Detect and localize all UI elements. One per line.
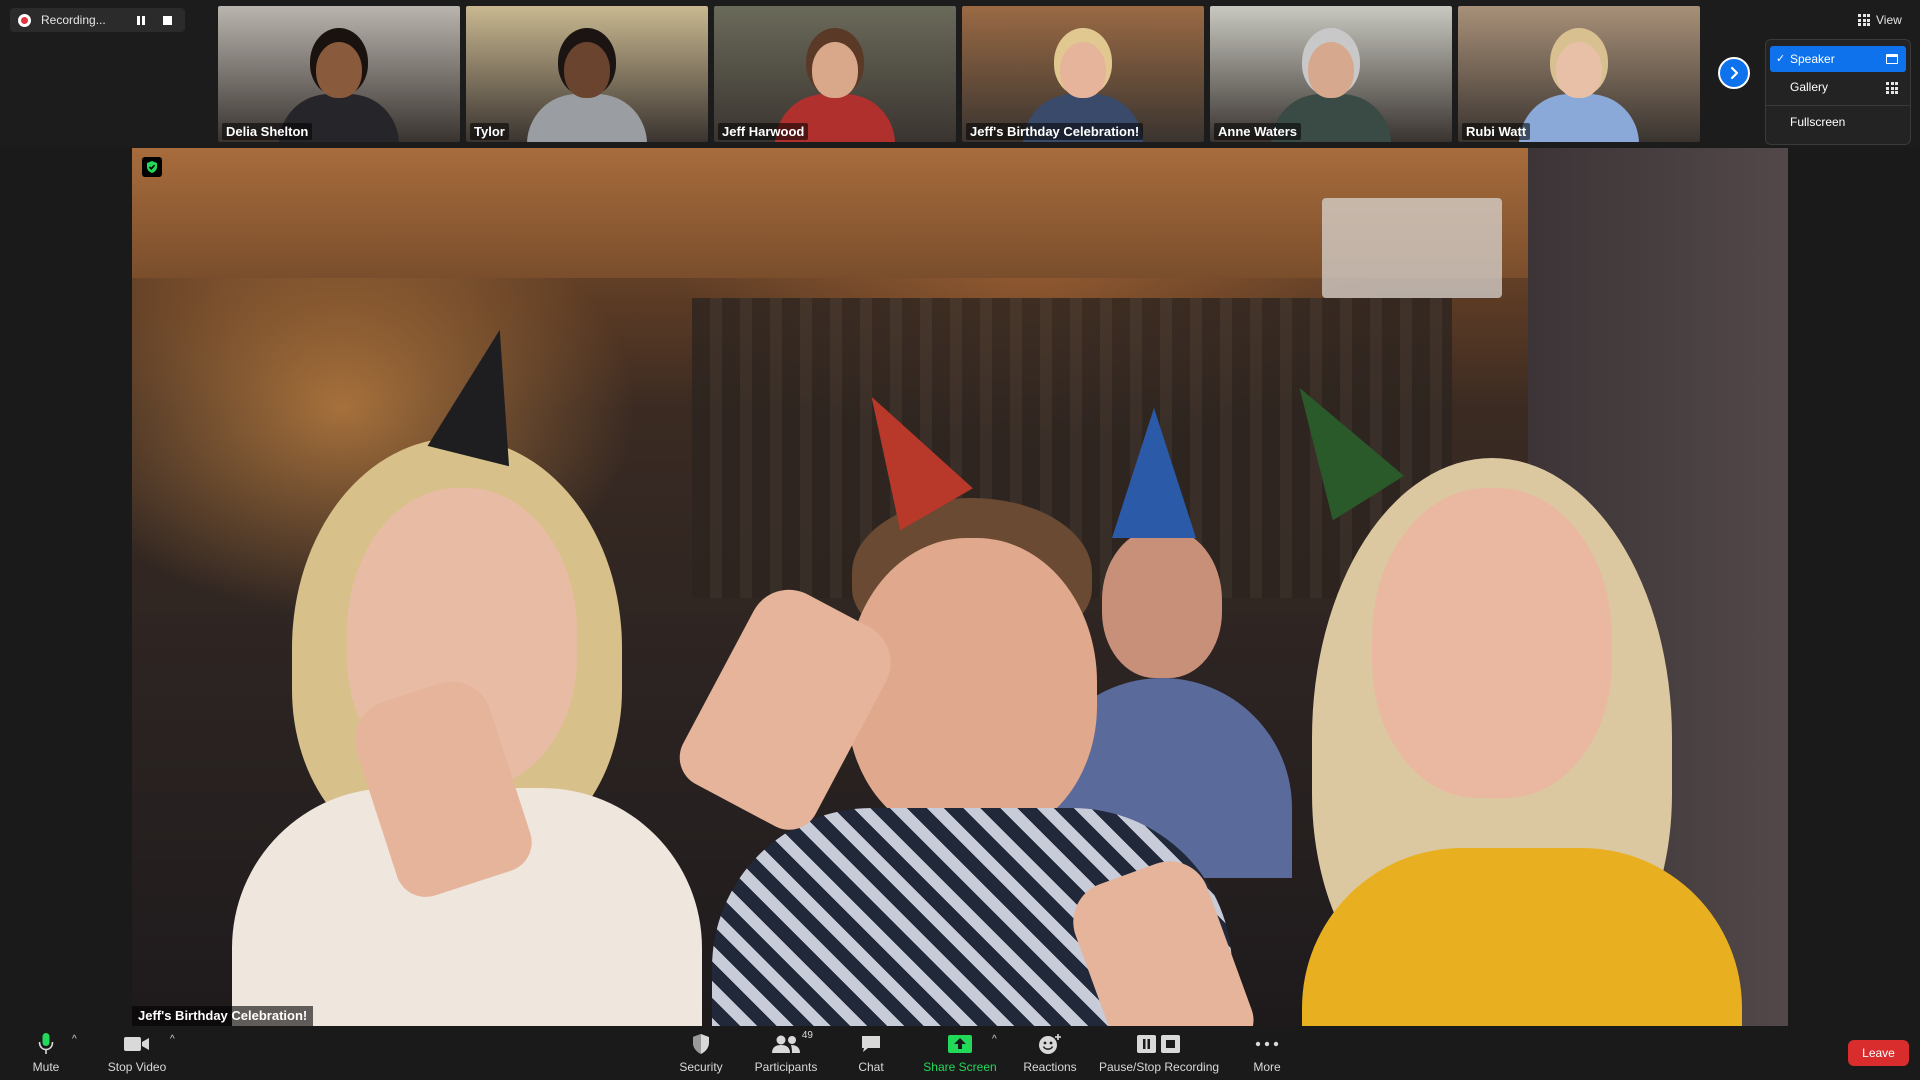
speaker-view-icon	[1886, 54, 1898, 64]
view-button[interactable]: View	[1858, 9, 1902, 31]
participant-name-label: Tylor	[470, 123, 509, 140]
video-camera-icon	[123, 1030, 151, 1058]
audio-options-caret[interactable]: ^	[72, 1034, 77, 1045]
video-scene-ac-unit	[1322, 198, 1502, 298]
participant-thumbnail[interactable]: Anne Waters	[1210, 6, 1452, 142]
more-button[interactable]: More	[1252, 1030, 1282, 1078]
pause-stop-recording-icon	[1136, 1030, 1182, 1058]
participant-name-label: Rubi Watt	[1462, 123, 1531, 140]
gallery-grid-icon	[1886, 82, 1898, 94]
view-menu-item-speaker[interactable]: ✓ Speaker	[1770, 46, 1906, 72]
view-menu-item-fullscreen[interactable]: Fullscreen	[1770, 109, 1906, 135]
security-button[interactable]: Security	[678, 1030, 724, 1078]
participant-thumbnail[interactable]: Jeff Harwood	[714, 6, 956, 142]
record-dot-icon	[18, 13, 31, 27]
next-participants-button[interactable]	[1718, 57, 1750, 89]
participants-label: Participants	[754, 1060, 818, 1074]
security-label: Security	[679, 1060, 723, 1074]
video-person-left	[172, 319, 732, 1026]
mute-button[interactable]: Mute	[28, 1030, 64, 1078]
view-button-label: View	[1876, 13, 1902, 27]
pause-stop-recording-label: Pause/Stop Recording	[1098, 1060, 1220, 1074]
pause-stop-recording-button[interactable]: Pause/Stop Recording	[1098, 1030, 1220, 1078]
more-label: More	[1253, 1060, 1281, 1074]
main-speaker-video[interactable]	[132, 148, 1788, 1026]
pause-recording-button[interactable]	[131, 11, 151, 29]
recording-status-label: Recording...	[41, 13, 106, 27]
chevron-right-icon	[1730, 66, 1739, 80]
grid-icon	[1858, 14, 1870, 26]
video-options-caret[interactable]: ^	[170, 1034, 175, 1045]
view-menu-item-label: Gallery	[1790, 80, 1829, 94]
participant-name-label: Jeff's Birthday Celebration!	[966, 123, 1144, 140]
participant-avatar	[527, 42, 647, 142]
share-screen-label: Share Screen	[923, 1060, 997, 1074]
share-options-caret[interactable]: ^	[992, 1034, 997, 1045]
participants-button[interactable]: 49 Participants	[754, 1030, 818, 1078]
stop-recording-button[interactable]	[157, 11, 177, 29]
participant-thumbnail[interactable]: Tylor	[466, 6, 708, 142]
chat-bubble-icon	[860, 1030, 882, 1058]
mute-label: Mute	[32, 1060, 60, 1074]
participant-thumbnail[interactable]: Delia Shelton	[218, 6, 460, 142]
video-person-center	[669, 348, 1272, 1026]
participant-thumbnail[interactable]: Jeff's Birthday Celebration!	[962, 6, 1204, 142]
reactions-button[interactable]: Reactions	[1022, 1030, 1078, 1078]
smiley-icon	[1038, 1030, 1062, 1058]
meeting-toolbar: Mute ^ Stop Video ^ Security 49 Particip…	[0, 1026, 1920, 1080]
chat-button[interactable]: Chat	[858, 1030, 884, 1078]
menu-divider	[1766, 105, 1910, 106]
checkmark-icon: ✓	[1776, 53, 1786, 65]
stop-video-button[interactable]: Stop Video	[106, 1030, 168, 1078]
participant-strip-bar: Recording... Delia Shelton Tylor Jeff Harw…	[0, 0, 1920, 147]
participant-thumbnails: Delia Shelton Tylor Jeff Harwood Jeff's Bir…	[218, 6, 1700, 142]
encryption-shield-icon[interactable]	[142, 157, 162, 177]
participants-count-badge: 49	[801, 1030, 813, 1041]
reactions-label: Reactions	[1023, 1060, 1077, 1074]
chat-label: Chat	[858, 1060, 884, 1074]
view-menu-item-label: Fullscreen	[1790, 115, 1846, 129]
stop-icon	[162, 15, 172, 25]
microphone-icon	[38, 1030, 54, 1058]
shield-icon	[691, 1030, 711, 1058]
share-screen-icon	[947, 1030, 973, 1058]
pause-icon	[137, 15, 145, 25]
view-menu-item-gallery[interactable]: Gallery	[1770, 74, 1906, 100]
view-menu: ✓ Speaker Gallery Fullscreen	[1765, 39, 1911, 145]
participant-avatar	[1519, 42, 1639, 142]
view-menu-item-label: Speaker	[1790, 52, 1835, 66]
stop-video-label: Stop Video	[107, 1060, 167, 1074]
recording-indicator: Recording...	[10, 8, 185, 32]
participant-name-label: Jeff Harwood	[718, 123, 809, 140]
participant-thumbnail[interactable]: Rubi Watt	[1458, 6, 1700, 142]
main-video-name-label: Jeff's Birthday Celebration!	[132, 1006, 314, 1026]
more-dots-icon	[1255, 1030, 1279, 1058]
zoom-meeting-window: Recording... Delia Shelton Tylor Jeff Harw…	[0, 0, 1920, 1080]
participants-icon: 49	[771, 1030, 813, 1058]
participant-name-label: Anne Waters	[1214, 123, 1301, 140]
participant-name-label: Delia Shelton	[222, 123, 313, 140]
leave-meeting-button[interactable]: Leave	[1848, 1040, 1909, 1066]
video-person-right	[1262, 348, 1782, 1026]
share-screen-button[interactable]: Share Screen	[922, 1030, 998, 1078]
